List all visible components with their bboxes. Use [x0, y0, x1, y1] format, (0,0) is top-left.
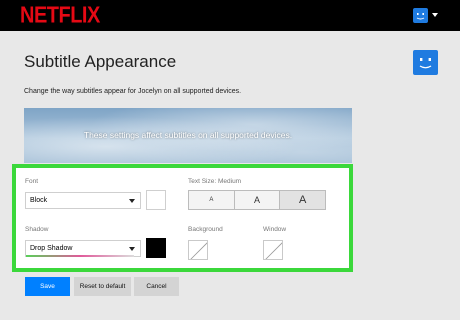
window-none-swatch[interactable] [263, 240, 283, 260]
preview-text: These settings affect subtitles on all s… [83, 130, 293, 140]
text-size-small-button[interactable]: A [189, 191, 235, 209]
text-size-large-button[interactable]: A [280, 191, 326, 209]
font-select-value: Block [30, 197, 48, 204]
shadow-select[interactable]: Drop Shadow [25, 240, 141, 257]
save-button[interactable]: Save [25, 277, 70, 296]
caret-down-icon[interactable] [432, 13, 438, 17]
subtitle-preview: These settings affect subtitles on all s… [24, 108, 352, 163]
profile-avatar-icon [413, 50, 438, 75]
reset-to-default-button[interactable]: Reset to default [74, 277, 131, 296]
text-size-selector: A A A [188, 190, 326, 210]
shadow-color-swatch[interactable] [146, 238, 166, 258]
shadow-label: Shadow [25, 226, 49, 233]
page-description: Change the way subtitles appear for Joce… [24, 88, 242, 95]
cancel-button[interactable]: Cancel [134, 277, 179, 296]
font-select[interactable]: Block [25, 192, 141, 209]
background-label: Background [188, 226, 223, 233]
subtitle-settings-panel: Font Block Text Size: Medium A A A Shado… [12, 164, 353, 272]
chevron-down-icon [129, 247, 135, 251]
font-label: Font [25, 178, 39, 185]
background-none-swatch[interactable] [188, 240, 208, 260]
text-size-medium-button[interactable]: A [234, 191, 281, 209]
top-bar: NETFLIX [0, 0, 460, 31]
netflix-logo[interactable]: NETFLIX [20, 3, 100, 29]
shadow-select-underline [26, 255, 134, 257]
text-size-label: Text Size: Medium [188, 178, 242, 185]
profile-avatar-icon[interactable] [413, 8, 428, 23]
page-title: Subtitle Appearance [24, 52, 177, 71]
shadow-select-value: Drop Shadow [30, 245, 73, 252]
chevron-down-icon [129, 199, 135, 203]
font-color-swatch[interactable] [146, 190, 166, 210]
window-label: Window [263, 226, 287, 233]
